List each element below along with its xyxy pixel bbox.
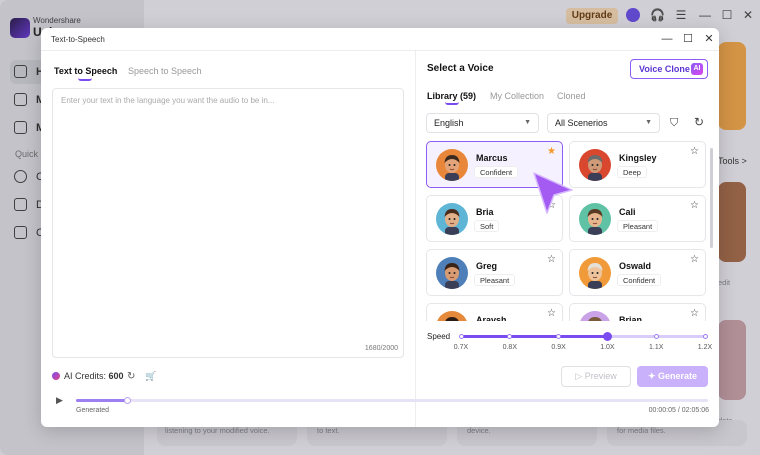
favorite-star-icon[interactable]: ☆: [690, 146, 699, 157]
voice-name: Greg: [476, 261, 498, 271]
active-tab-indicator: [78, 78, 92, 81]
voice-name: Kingsley: [619, 153, 657, 163]
ai-badge: AI: [691, 63, 703, 75]
voice-tag: Confident: [617, 274, 662, 286]
refresh-credits-icon[interactable]: ↻: [127, 371, 135, 382]
language-value: English: [434, 118, 464, 128]
minimize-icon[interactable]: —: [661, 33, 673, 45]
speed-step-dot[interactable]: [702, 334, 708, 339]
favorite-star-icon[interactable]: ☆: [547, 254, 556, 265]
voice-name: Oswald: [619, 261, 652, 271]
tab-cloned[interactable]: Cloned: [557, 91, 586, 101]
ai-credits: AI Credits: 600: [52, 371, 124, 381]
voice-card[interactable]: Kingsley Deep ☆: [569, 141, 706, 188]
voice-card[interactable]: Cali Pleasant ☆: [569, 195, 706, 242]
voice-tag: Soft: [474, 220, 500, 232]
cart-icon[interactable]: 🛒: [145, 371, 156, 382]
voice-card[interactable]: Brian ☆: [569, 303, 706, 321]
voice-card[interactable]: Greg Pleasant ☆: [426, 249, 563, 296]
ai-credit-icon: [52, 372, 60, 380]
voice-tag: Pleasant: [474, 274, 516, 286]
audio-status: Generated: [76, 407, 110, 414]
close-icon[interactable]: ✕: [703, 33, 715, 45]
voice-avatar: [436, 311, 468, 321]
voice-tag: Confident: [474, 166, 519, 178]
speed-tick-label: 0.8X: [502, 344, 517, 351]
text-input[interactable]: Enter your text in the language you want…: [52, 88, 404, 358]
favorite-star-icon[interactable]: ★: [547, 146, 556, 157]
audio-progress-fill: [76, 399, 127, 402]
voice-clone-label: Voice Clone: [639, 64, 690, 74]
generate-button[interactable]: ✦ Generate: [637, 366, 708, 387]
divider: [415, 50, 416, 427]
voice-avatar: [579, 257, 611, 289]
favorite-star-icon[interactable]: ☆: [690, 308, 699, 319]
dialog-title: Text-to-Speech: [51, 35, 105, 44]
voice-avatar: [579, 203, 611, 235]
scenario-value: All Scenerios: [555, 118, 608, 128]
speed-step-dot[interactable]: [556, 334, 562, 339]
speed-tick-label: 1.2X: [697, 344, 713, 351]
voice-name: Marcus: [476, 153, 508, 163]
audio-progress-handle[interactable]: [123, 397, 131, 404]
voice-card[interactable]: Aravsh ☆: [426, 303, 563, 321]
voice-clone-button[interactable]: Voice Clone AI: [630, 59, 708, 79]
speed-step-dot[interactable]: [458, 334, 464, 339]
voice-grid: Marcus Confident ★ Kingsley Deep ☆ Bria Soft ☆ Ca…: [426, 141, 711, 321]
active-tab-indicator: [445, 102, 459, 105]
tab-text-to-speech[interactable]: Text to Speech: [54, 66, 117, 76]
voice-name: Brian: [619, 315, 643, 321]
voice-avatar: [579, 311, 611, 321]
chevron-down-icon: ▼: [524, 119, 531, 126]
voice-name: Bria: [476, 207, 494, 217]
voice-card[interactable]: Oswald Confident ☆: [569, 249, 706, 296]
voice-name: Cali: [619, 207, 636, 217]
char-count: 1680/2000: [364, 345, 398, 352]
speed-slider[interactable]: [458, 332, 708, 341]
tab-speech-to-speech[interactable]: Speech to Speech: [128, 66, 202, 76]
voice-tag: Pleasant: [617, 220, 659, 232]
speed-step-dot[interactable]: [507, 334, 513, 339]
ai-credits-label: AI Credits:: [64, 371, 107, 381]
audio-progress-bar[interactable]: [76, 397, 708, 404]
speed-fill: [461, 335, 608, 338]
text-to-speech-dialog: Text-to-Speech — ☐ ✕ Text to Speech Spee…: [41, 28, 719, 427]
voice-tag: Deep: [617, 166, 647, 178]
favorite-star-icon[interactable]: ☆: [690, 200, 699, 211]
speed-step-dot[interactable]: [653, 334, 659, 339]
voice-avatar: [436, 149, 468, 181]
voice-avatar: [579, 149, 611, 181]
speed-slider-handle[interactable]: [602, 332, 612, 341]
audio-time: 00:00:05 / 02:05:06: [648, 407, 709, 414]
divider: [41, 50, 719, 51]
speed-tick-label: 1.0X: [600, 344, 615, 351]
text-input-placeholder: Enter your text in the language you want…: [61, 96, 275, 105]
pointer-cursor-icon: [533, 172, 573, 214]
tab-my-collection[interactable]: My Collection: [490, 91, 544, 101]
favorite-star-icon[interactable]: ☆: [547, 308, 556, 319]
speed-tick-label: 1.1X: [648, 344, 664, 351]
reload-icon[interactable]: ↻: [694, 115, 704, 129]
scenario-select[interactable]: All Scenerios ▼: [547, 113, 660, 133]
favorite-star-icon[interactable]: ☆: [690, 254, 699, 265]
speed-tick-label: 0.7X: [453, 344, 469, 351]
tab-library[interactable]: Library (59): [427, 91, 476, 101]
maximize-icon[interactable]: ☐: [682, 33, 694, 45]
voice-name: Aravsh: [476, 315, 507, 321]
language-select[interactable]: English ▼: [426, 113, 539, 133]
play-icon[interactable]: ▶: [56, 395, 63, 406]
voice-list-scrollbar[interactable]: [710, 148, 713, 248]
ai-credits-value: 600: [108, 371, 124, 381]
select-voice-title: Select a Voice: [427, 63, 494, 74]
preview-button[interactable]: ▷ Preview: [561, 366, 631, 387]
voice-avatar: [436, 257, 468, 289]
chevron-down-icon: ▼: [645, 119, 652, 126]
voice-avatar: [436, 203, 468, 235]
filter-icon[interactable]: ⛉: [670, 117, 678, 130]
speed-tick-label: 0.9X: [551, 344, 566, 351]
speed-label: Speed: [427, 332, 451, 341]
